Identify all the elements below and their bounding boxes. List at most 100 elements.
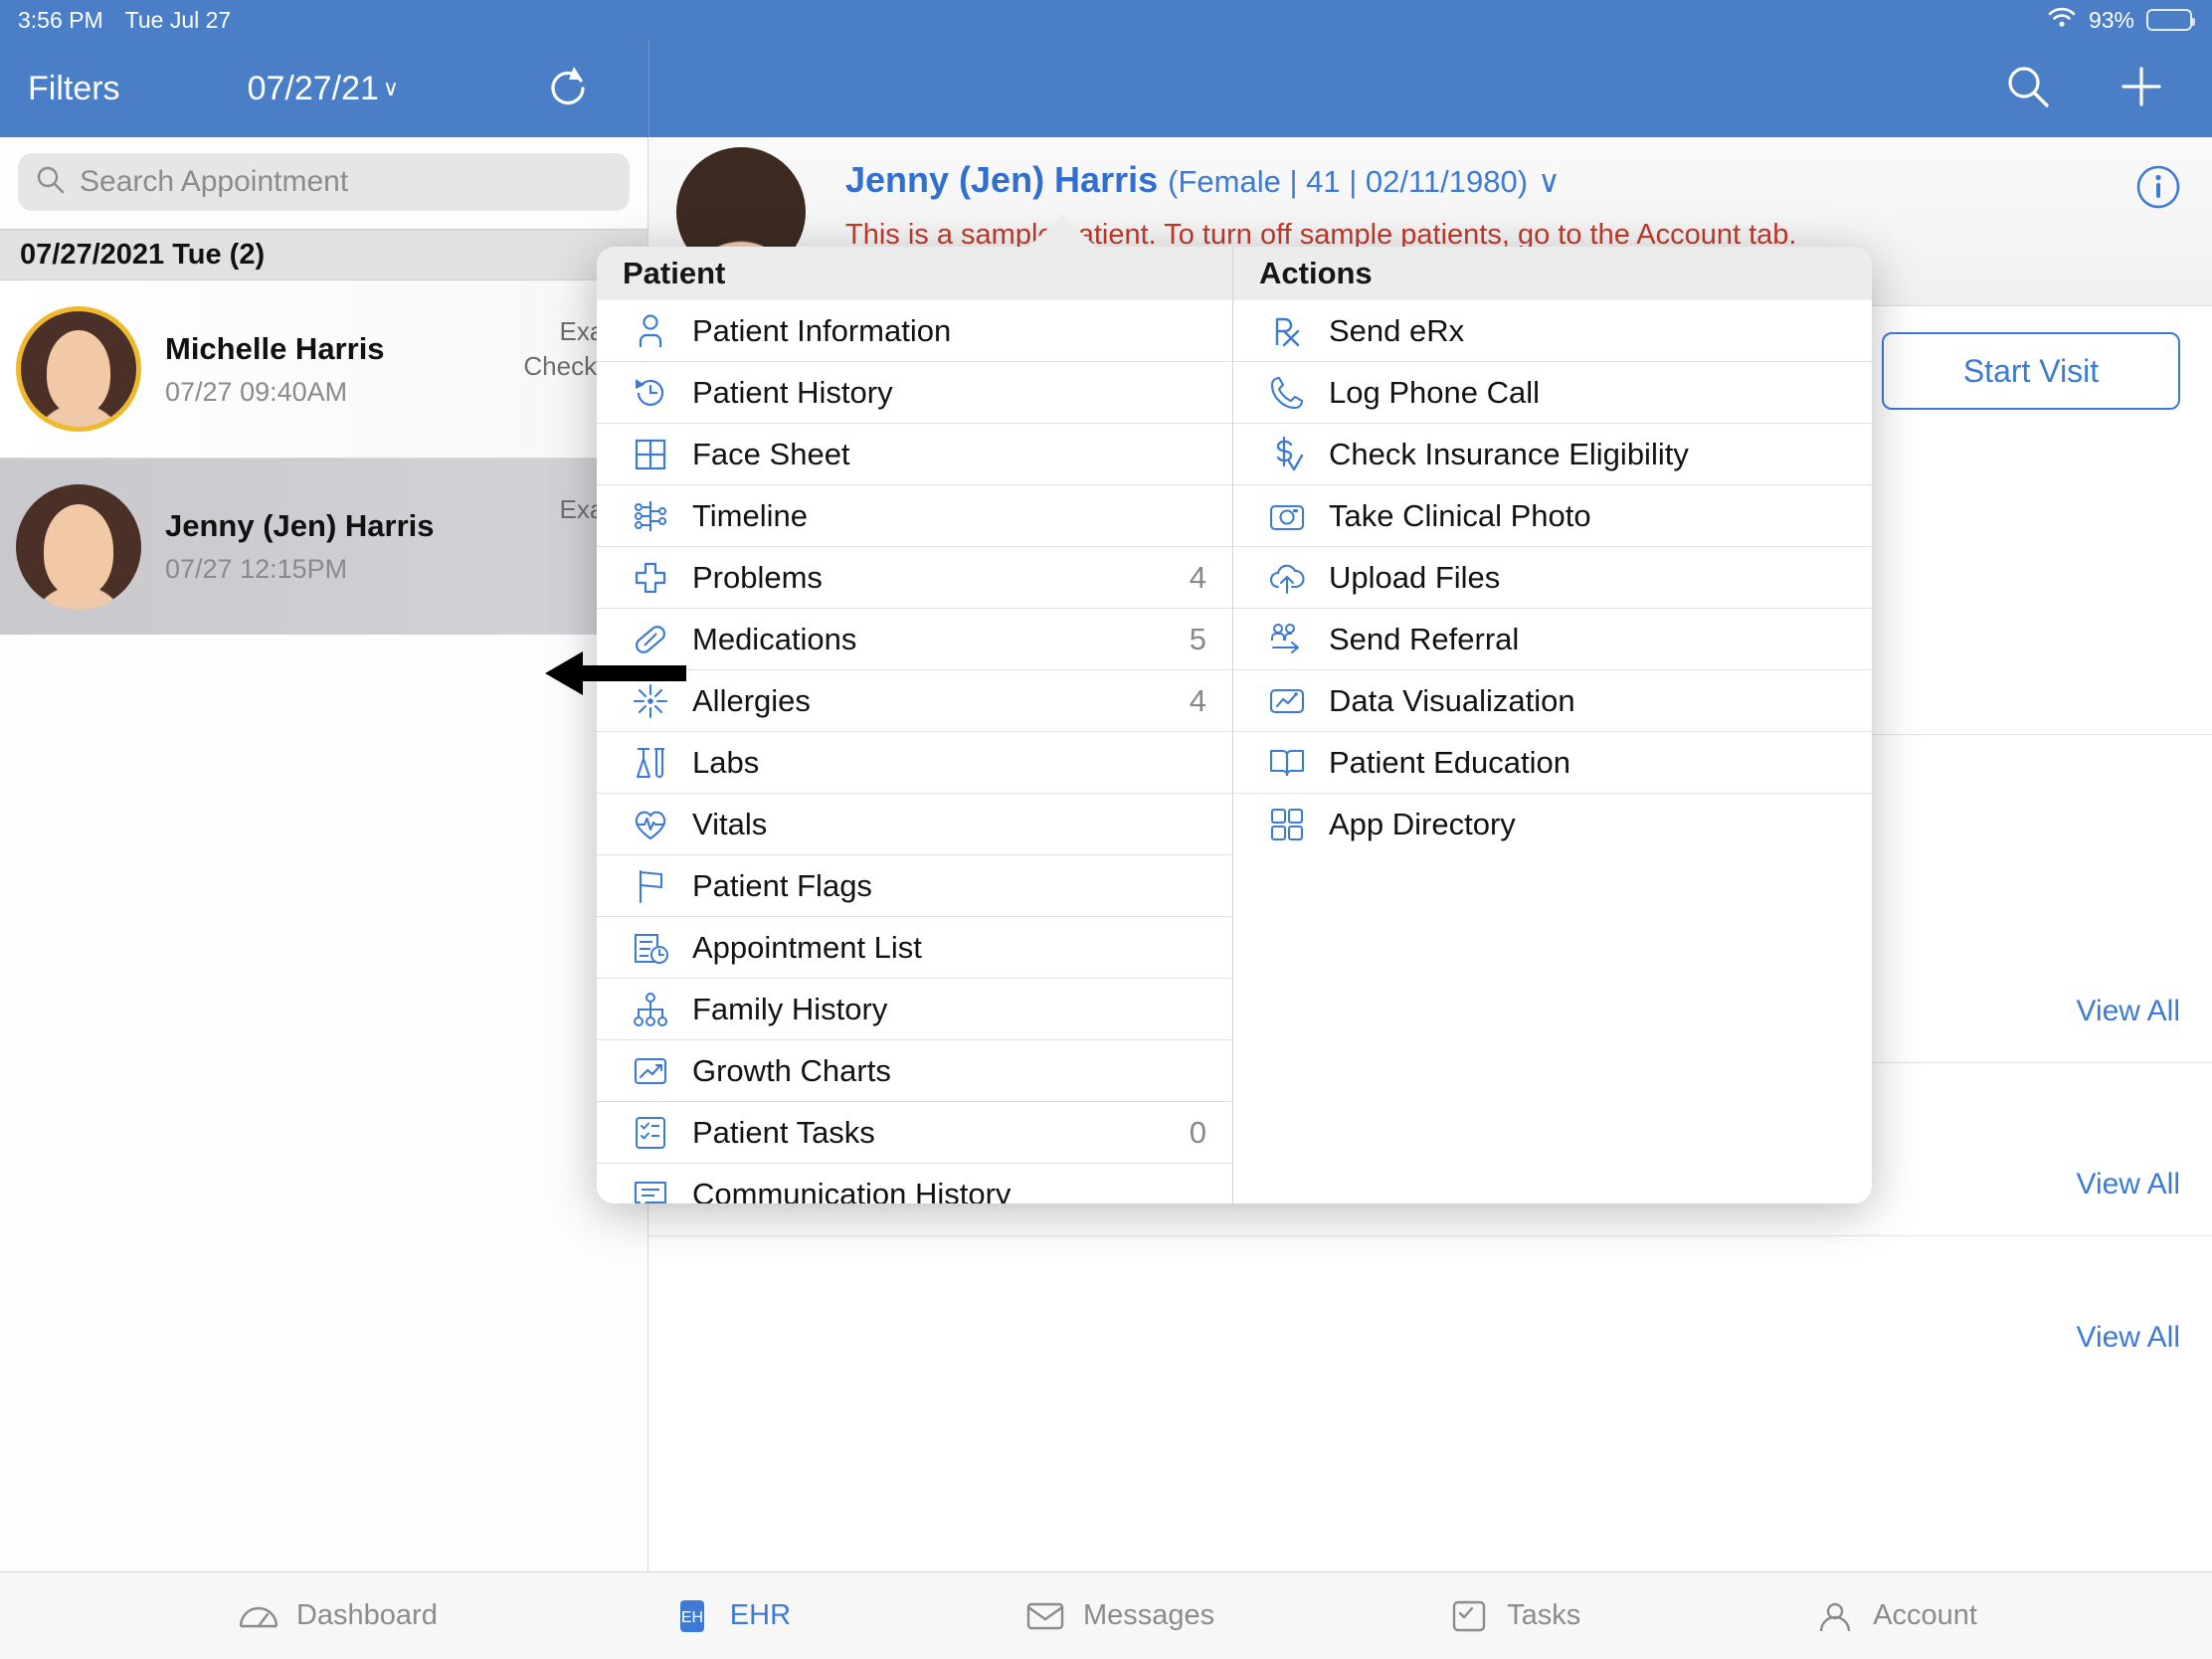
appointment-time: 07/27 09:40AM (165, 376, 348, 407)
appointment-list-icon (623, 928, 678, 968)
view-all-link[interactable]: View All (2076, 1168, 2180, 1201)
avatar (16, 483, 141, 610)
tab-tasks[interactable]: Tasks (1445, 1596, 1580, 1636)
black-left-arrow-annotation (545, 650, 686, 696)
action-item-label: Data Visualization (1329, 682, 1575, 718)
top-nav-bar: Filters 07/27/21 ∨ (0, 40, 2212, 137)
svg-text:EH: EH (681, 1609, 703, 1626)
menu-item-problems[interactable]: Problems 4 (597, 547, 1232, 609)
menu-item-label: Medications (692, 621, 857, 656)
action-item-label: Send Referral (1329, 621, 1520, 656)
tab-label: Dashboard (295, 1599, 438, 1631)
wifi-icon (2047, 6, 2077, 34)
chart-box-icon (1259, 681, 1315, 721)
menu-item-patient-flags[interactable]: Patient Flags (597, 855, 1232, 917)
menu-item-label: Growth Charts (692, 1052, 891, 1088)
menu-item-patient-information[interactable]: Patient Information (597, 300, 1232, 362)
page-title[interactable]: Jenny (Jen) Harris (Female | 41 | 02/11/… (845, 159, 1561, 201)
battery-icon (2146, 9, 2195, 31)
nav-right-section (2005, 40, 2212, 137)
bottom-tab-bar: Dashboard EH EHR Messages Tasks Account (0, 1571, 2212, 1659)
menu-item-timeline[interactable]: Timeline (597, 485, 1232, 547)
action-item-app-directory[interactable]: App Directory (1233, 794, 1872, 855)
menu-item-label: Family History (692, 991, 888, 1026)
menu-item-medications[interactable]: Medications 5 (597, 609, 1232, 670)
appointment-info: Jenny (Jen) Harris 07/27 12:15PM (165, 508, 435, 585)
search-icon[interactable] (2005, 64, 2051, 114)
menu-item-face-sheet[interactable]: Face Sheet (597, 424, 1232, 485)
action-item-label: Upload Files (1329, 559, 1501, 595)
chevron-down-icon[interactable]: ∨ (1538, 164, 1561, 199)
refresh-button[interactable] (547, 63, 591, 115)
menu-item-label: Vitals (692, 806, 768, 841)
menu-item-count: 5 (1189, 621, 1206, 656)
menu-item-count: 0 (1189, 1114, 1206, 1150)
action-item-patient-education[interactable]: Patient Education (1233, 732, 1872, 794)
tab-account[interactable]: Account (1811, 1596, 1977, 1636)
appointment-patient-name: Michelle Harris (165, 330, 385, 366)
menu-item-appointment-list[interactable]: Appointment List (597, 917, 1232, 979)
menu-item-count: 4 (1189, 682, 1206, 718)
menu-item-labs[interactable]: Labs (597, 732, 1232, 794)
nav-divider (648, 40, 649, 137)
menu-item-label: Patient History (692, 374, 893, 410)
app-grid-icon (1259, 805, 1315, 844)
action-item-upload-files[interactable]: Upload Files (1233, 547, 1872, 609)
date-picker-button[interactable]: 07/27/21 ∨ (248, 70, 399, 108)
view-all-link[interactable]: View All (2076, 1321, 2180, 1355)
tab-messages[interactable]: Messages (1021, 1596, 1214, 1636)
menu-item-label: Problems (692, 559, 823, 595)
account-icon (1811, 1596, 1859, 1636)
day-group-header: 07/27/2021 Tue (2) (0, 229, 647, 280)
search-appointment-input[interactable]: Search Appointment (18, 153, 630, 211)
person-icon (623, 311, 678, 351)
menu-item-communication-history[interactable]: Communication History (597, 1164, 1232, 1203)
action-item-data-visualization[interactable]: Data Visualization (1233, 670, 1872, 732)
messages-icon (1021, 1596, 1069, 1636)
popover-actions-title: Actions (1233, 247, 1872, 300)
patient-meta: (Female | 41 | 02/11/1980) (1168, 164, 1529, 199)
ehr-icon: EH (668, 1596, 716, 1636)
tab-dashboard[interactable]: Dashboard (235, 1596, 438, 1636)
search-icon (36, 165, 66, 200)
action-item-label: Send eRx (1329, 312, 1465, 348)
app-root: 3:56 PM Tue Jul 27 93% Filters 07/27/21 … (0, 0, 2212, 1659)
appointment-row[interactable]: Michelle Harris 07/27 09:40AM Exam Check… (0, 280, 647, 458)
tab-ehr[interactable]: EH EHR (668, 1596, 791, 1636)
status-bar: 3:56 PM Tue Jul 27 93% (0, 0, 2212, 40)
menu-item-allergies[interactable]: Allergies 4 (597, 670, 1232, 732)
action-item-label: App Directory (1329, 807, 1516, 841)
filters-button[interactable]: Filters (28, 70, 120, 108)
action-item-log-phone-call[interactable]: Log Phone Call (1233, 362, 1872, 424)
plus-icon[interactable] (2119, 64, 2164, 114)
info-icon[interactable] (2136, 165, 2180, 214)
menu-item-label: Patient Flags (692, 867, 872, 903)
status-bar-left: 3:56 PM Tue Jul 27 (0, 7, 231, 34)
action-item-check-insurance-eligibility[interactable]: Check Insurance Eligibility (1233, 424, 1872, 485)
search-placeholder: Search Appointment (80, 165, 349, 198)
menu-item-growth-charts[interactable]: Growth Charts (597, 1040, 1232, 1102)
menu-item-label: Appointment List (692, 929, 922, 965)
action-item-send-referral[interactable]: Send Referral (1233, 609, 1872, 670)
action-item-send-erx[interactable]: Send eRx (1233, 300, 1872, 362)
start-visit-button[interactable]: Start Visit (1882, 332, 2180, 410)
view-all-link[interactable]: View All (2076, 995, 2180, 1028)
search-appointment-container: Search Appointment (0, 137, 647, 229)
popover-pointer (1026, 215, 1098, 249)
menu-item-patient-history[interactable]: Patient History (597, 362, 1232, 424)
patient-name: Jenny (Jen) Harris (845, 159, 1159, 200)
chevron-down-icon: ∨ (382, 76, 400, 100)
menu-item-label: Allergies (692, 682, 811, 718)
heart-pulse-icon (623, 805, 678, 844)
menu-item-patient-tasks[interactable]: Patient Tasks 0 (597, 1102, 1232, 1164)
status-date: Tue Jul 27 (124, 6, 232, 33)
checklist-icon (623, 1113, 678, 1153)
action-item-take-clinical-photo[interactable]: Take Clinical Photo (1233, 485, 1872, 547)
tab-label: EHR (729, 1599, 792, 1631)
menu-item-family-history[interactable]: Family History (597, 979, 1232, 1040)
medical-cross-icon (623, 558, 678, 598)
gauge-icon (235, 1596, 282, 1636)
menu-item-label: Face Sheet (692, 436, 850, 471)
appointment-row[interactable]: Jenny (Jen) Harris 07/27 12:15PM Exam (0, 458, 647, 635)
menu-item-vitals[interactable]: Vitals (597, 794, 1232, 855)
